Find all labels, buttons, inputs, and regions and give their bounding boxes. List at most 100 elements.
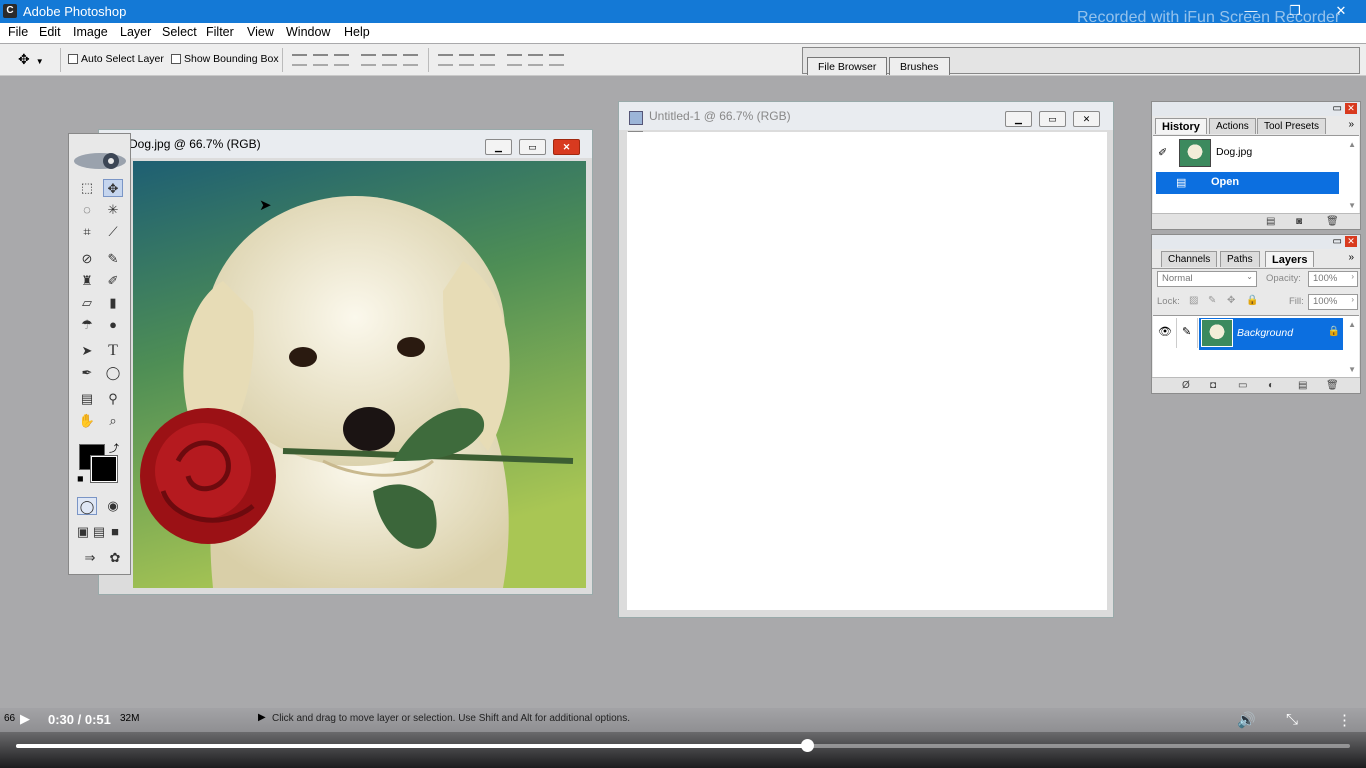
tab-tool-presets[interactable]: Tool Presets xyxy=(1257,118,1327,134)
maximize-icon[interactable]: ▭ xyxy=(519,139,546,155)
document-window-untitled[interactable]: Untitled-1 @ 66.7% (RGB) ▁ ▭ ✕ 01 xyxy=(618,101,1114,618)
align-right-icon[interactable] xyxy=(403,54,418,66)
new-layer-icon[interactable]: ▤ xyxy=(1298,380,1307,391)
lasso-tool-icon[interactable]: ◌ xyxy=(77,201,97,219)
menu-image[interactable]: Image xyxy=(73,25,108,39)
video-progress-track[interactable] xyxy=(16,739,1350,752)
history-state-open[interactable]: ▤ Open xyxy=(1156,172,1339,194)
history-brush-source-icon[interactable]: ✐ xyxy=(1158,146,1167,159)
lock-all-icon[interactable]: 🔒 xyxy=(1246,295,1258,306)
path-selection-tool-icon[interactable]: ➤ xyxy=(77,342,97,360)
distribute-bottom-icon[interactable] xyxy=(480,54,495,66)
screen-mode-menubar-icon[interactable]: ▤ xyxy=(91,523,107,541)
default-colors-icon[interactable]: ◼ xyxy=(77,474,84,483)
align-bottom-icon[interactable] xyxy=(334,54,349,66)
layer-row-background[interactable]: Background 🔒 xyxy=(1199,318,1343,350)
document-titlebar[interactable]: Dog.jpg @ 66.7% (RGB) ▁ ▭ ✕ xyxy=(99,130,592,158)
new-group-icon[interactable]: ▭ xyxy=(1238,380,1247,391)
distribute-vcenter-icon[interactable] xyxy=(459,54,474,66)
imageready-icon[interactable]: ✿ xyxy=(105,549,125,567)
blur-tool-icon[interactable]: ☂ xyxy=(77,316,97,334)
layer-mask-icon[interactable]: ◘ xyxy=(1210,380,1216,391)
scroll-up-icon[interactable]: ▲ xyxy=(1348,320,1356,329)
scroll-down-icon[interactable]: ▼ xyxy=(1348,201,1356,210)
history-snapshot[interactable]: ✐ Dog.jpg xyxy=(1156,138,1339,168)
lock-image-icon[interactable]: ✎ xyxy=(1208,295,1216,306)
close-icon[interactable]: ✕ xyxy=(1345,103,1357,114)
brush-tool-icon[interactable]: ✎ xyxy=(103,250,123,268)
auto-select-layer-checkbox[interactable]: Auto Select Layer xyxy=(68,53,164,65)
align-top-icon[interactable] xyxy=(292,54,307,66)
layer-style-icon[interactable]: Ø xyxy=(1182,380,1190,391)
menu-layer[interactable]: Layer xyxy=(120,25,151,39)
menu-window[interactable]: Window xyxy=(286,25,330,39)
fill-field[interactable]: 100% › xyxy=(1308,294,1358,310)
history-brush-tool-icon[interactable]: ✐ xyxy=(103,272,123,290)
standard-mode-icon[interactable]: ◯ xyxy=(77,497,97,515)
background-color-swatch[interactable] xyxy=(90,455,118,483)
show-bounding-box-checkbox[interactable]: Show Bounding Box xyxy=(171,53,279,65)
menu-file[interactable]: File xyxy=(8,25,28,39)
distribute-top-icon[interactable] xyxy=(438,54,453,66)
distribute-left-icon[interactable] xyxy=(507,54,522,66)
dog-image-canvas[interactable] xyxy=(133,161,586,588)
opacity-field[interactable]: 100% › xyxy=(1308,271,1358,287)
gradient-tool-icon[interactable]: ▮ xyxy=(103,294,123,312)
crop-tool-icon[interactable]: ⌗ xyxy=(77,223,97,241)
align-hcenter-icon[interactable] xyxy=(382,54,397,66)
notes-tool-icon[interactable]: ▤ xyxy=(77,390,97,408)
tab-paths[interactable]: Paths xyxy=(1220,251,1260,267)
volume-icon[interactable]: 🔊 xyxy=(1237,711,1256,729)
magic-wand-tool-icon[interactable]: ✳ xyxy=(103,201,123,219)
adjustment-layer-icon[interactable]: ◐ xyxy=(1268,380,1274,391)
screen-mode-standard-icon[interactable]: ▣ xyxy=(75,523,91,541)
align-vcenter-icon[interactable] xyxy=(313,54,328,66)
clone-stamp-tool-icon[interactable]: ♜ xyxy=(77,272,97,290)
more-options-icon[interactable]: ⋮ xyxy=(1337,711,1352,729)
document-size[interactable]: 32M xyxy=(120,713,139,724)
pen-tool-icon[interactable]: ✒ xyxy=(77,364,97,382)
tab-history[interactable]: History xyxy=(1155,118,1207,134)
menu-select[interactable]: Select xyxy=(162,25,197,39)
minimize-icon[interactable]: ▁ xyxy=(485,139,512,155)
lock-position-icon[interactable]: ✥ xyxy=(1227,295,1235,306)
tab-layers[interactable]: Layers xyxy=(1265,251,1315,267)
maximize-icon[interactable]: ▭ xyxy=(1039,111,1066,127)
eye-icon[interactable]: 👁 xyxy=(1158,325,1172,338)
screen-mode-full-icon[interactable]: ■ xyxy=(107,523,123,541)
scroll-up-icon[interactable]: ▲ xyxy=(1348,140,1356,149)
close-icon[interactable]: ✕ xyxy=(1073,111,1100,127)
status-arrow-icon[interactable]: ▶ xyxy=(258,712,266,723)
minimize-palette-icon[interactable]: ▭ xyxy=(1333,236,1342,247)
new-document-from-state-icon[interactable]: ▤ xyxy=(1266,216,1275,227)
document-window-dog[interactable]: Dog.jpg @ 66.7% (RGB) ▁ ▭ ✕ xyxy=(98,129,593,595)
jump-to-imageready-icon[interactable]: ⇒ xyxy=(77,549,103,567)
menu-filter[interactable]: Filter xyxy=(206,25,234,39)
blend-mode-select[interactable]: Normal ⌄ xyxy=(1157,271,1257,287)
lock-transparency-icon[interactable]: ▨ xyxy=(1189,295,1198,306)
video-scrubber-handle[interactable] xyxy=(801,739,815,752)
hand-tool-icon[interactable]: ✋ xyxy=(77,412,97,430)
marquee-tool-icon[interactable]: ⬚ xyxy=(77,179,97,197)
document-titlebar[interactable]: Untitled-1 @ 66.7% (RGB) ▁ ▭ ✕ xyxy=(619,102,1113,130)
layer-visibility[interactable]: 👁 xyxy=(1155,318,1177,348)
type-tool-icon[interactable]: T xyxy=(103,342,123,360)
menu-view[interactable]: View xyxy=(247,25,274,39)
trash-icon[interactable]: 🗑 xyxy=(1326,380,1339,391)
exit-fullscreen-icon[interactable]: ⤡ xyxy=(1286,711,1298,728)
swap-colors-icon[interactable]: ⤴ xyxy=(109,440,119,455)
restore-icon[interactable]: ❐ xyxy=(1280,2,1310,20)
ellipse-tool-icon[interactable]: ◯ xyxy=(103,364,123,382)
layer-link[interactable]: ✎ xyxy=(1178,318,1198,348)
palette-menu-icon[interactable]: » xyxy=(1348,252,1354,263)
scroll-down-icon[interactable]: ▼ xyxy=(1348,365,1356,374)
align-left-icon[interactable] xyxy=(361,54,376,66)
close-icon[interactable]: ✕ xyxy=(1345,236,1357,247)
play-icon[interactable]: ▶ xyxy=(20,711,30,727)
tab-channels[interactable]: Channels xyxy=(1161,251,1218,267)
palette-menu-icon[interactable]: » xyxy=(1348,119,1354,130)
zoom-level[interactable]: 66 xyxy=(4,713,15,724)
close-icon[interactable]: ✕ xyxy=(1326,2,1356,20)
trash-icon[interactable]: 🗑 xyxy=(1326,216,1339,227)
eyedropper-tool-icon[interactable]: ⚲ xyxy=(103,390,123,408)
